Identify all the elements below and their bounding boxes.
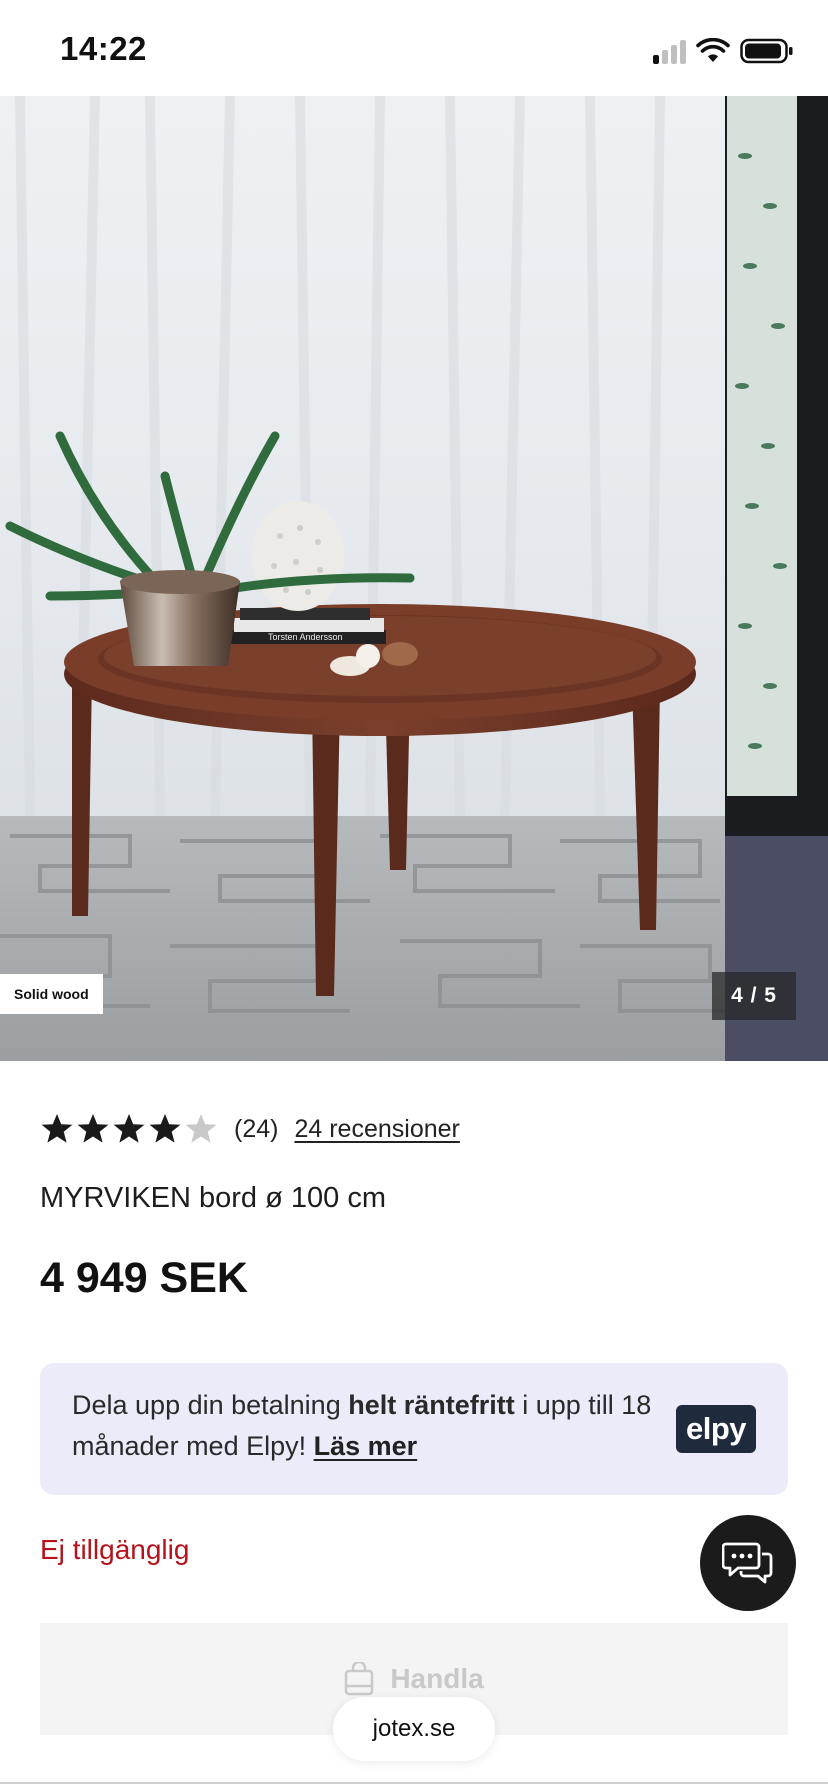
material-badge: Solid wood (0, 974, 103, 1014)
payment-banner-text: Dela upp din betalning helt räntefritt i… (72, 1385, 662, 1467)
rating-count: (24) (234, 1114, 279, 1143)
book-spine-text: Torsten Andersson (268, 632, 343, 642)
star-rating (40, 1112, 218, 1146)
payment-text-bold: helt räntefritt (348, 1390, 515, 1420)
payment-text-part-1: Dela upp din betalning (72, 1390, 349, 1420)
battery-icon (740, 38, 793, 64)
chat-bubbles-icon (722, 1542, 773, 1584)
cellular-signal-icon (653, 38, 686, 64)
browser-url-pill[interactable]: jotex.se (333, 1697, 495, 1761)
elpy-logo: elpy (676, 1405, 756, 1453)
availability-status: Ej tillgänglig (40, 1534, 190, 1565)
star-filled-icon (77, 1114, 109, 1143)
bottom-divider (0, 1782, 828, 1784)
product-price: 4 949 SEK (40, 1254, 248, 1302)
star-filled-icon (41, 1114, 73, 1143)
status-icons (653, 34, 794, 64)
wifi-icon (696, 38, 730, 62)
status-bar: 14:22 (0, 0, 828, 96)
product-image: Torsten Andersson (0, 96, 828, 1061)
payment-banner: Dela upp din betalning helt räntefritt i… (40, 1363, 788, 1495)
product-image-gallery[interactable]: Torsten Andersson Solid wood 4 / 5 (0, 96, 828, 1061)
product-title: MYRVIKEN bord ø 100 cm (40, 1182, 386, 1214)
shopping-bag-icon (345, 1662, 374, 1696)
image-counter: 4 / 5 (712, 972, 796, 1020)
status-time: 14:22 (60, 30, 147, 67)
star-filled-icon (149, 1114, 181, 1143)
star-filled-icon (113, 1114, 145, 1143)
buy-button-label: Handla (390, 1663, 484, 1694)
star-empty-icon (185, 1114, 217, 1143)
reviews-link[interactable]: 24 recensioner (294, 1115, 459, 1144)
chat-button[interactable] (700, 1515, 796, 1611)
read-more-link[interactable]: Läs mer (314, 1431, 418, 1461)
rating-row: (24) 24 recensioner (40, 1108, 460, 1150)
